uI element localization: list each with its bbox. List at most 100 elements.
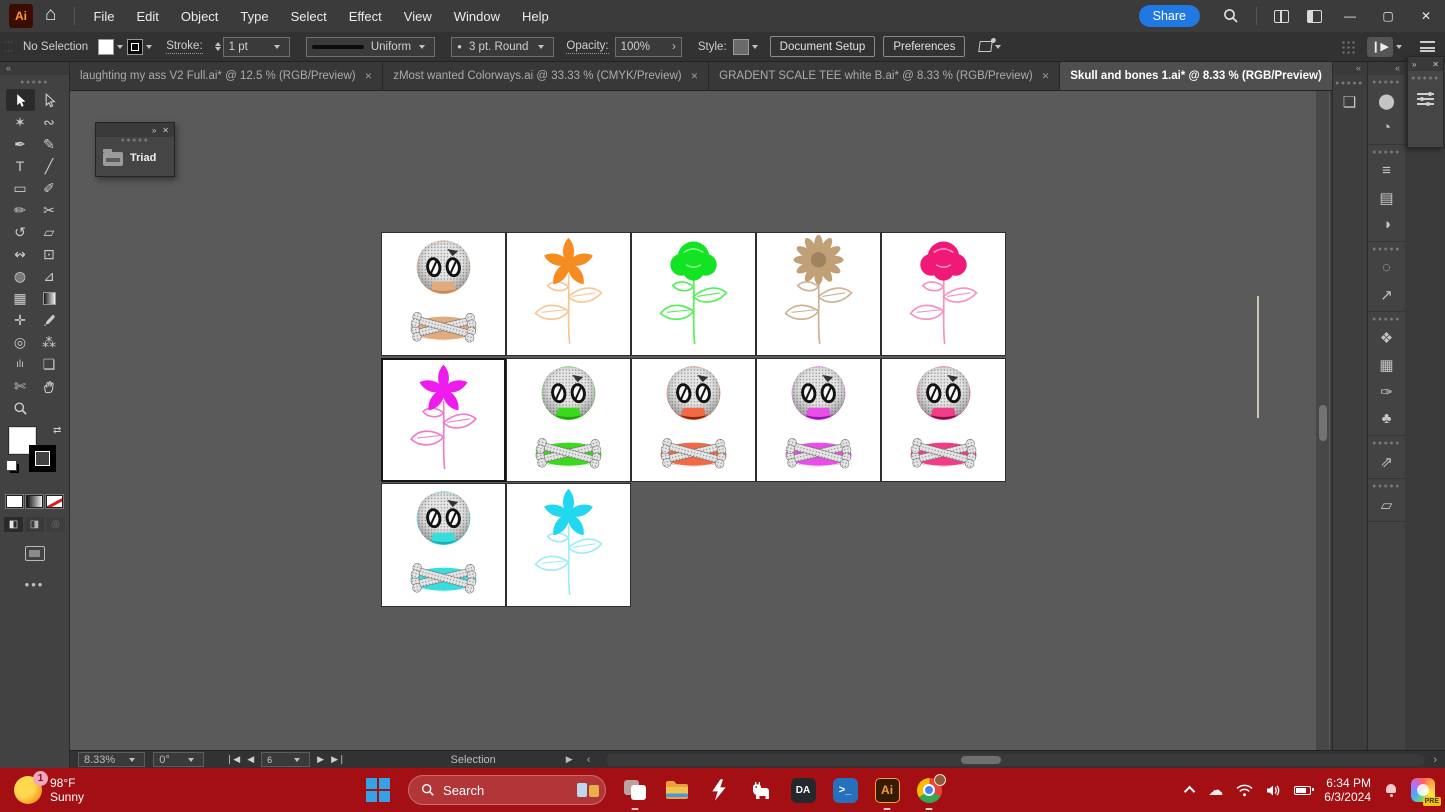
symbol-sprayer-tool[interactable]: ⁂ <box>35 331 64 353</box>
puppet-warp-tool[interactable]: ✛ <box>6 309 35 331</box>
chevron-down-icon[interactable] <box>995 45 1001 49</box>
none-button[interactable] <box>46 495 63 508</box>
mesh-tool[interactable]: ▦ <box>6 287 35 309</box>
document-tab-1[interactable]: laughting my ass V2 Full.ai* @ 12.5 % (R… <box>70 62 383 90</box>
chevron-down-icon[interactable] <box>752 45 758 49</box>
copilot-icon[interactable]: PRE <box>1411 778 1435 802</box>
artboard-12[interactable] <box>506 483 631 607</box>
panel-drag-handle[interactable]: ●●●●● <box>1408 75 1443 83</box>
collapse-dock-chevron[interactable]: « <box>1333 62 1366 75</box>
lasso-tool[interactable]: ∾ <box>35 111 64 133</box>
close-tab-icon[interactable]: ✕ <box>691 71 699 82</box>
drag-grip[interactable]: ⋮⋮ <box>4 38 13 56</box>
minimize-button[interactable]: — <box>1331 0 1369 32</box>
pen-tool[interactable]: ✒ <box>6 133 35 155</box>
horizontal-scrollbar-thumb[interactable] <box>961 756 1001 764</box>
rotation-select[interactable]: 0° <box>153 752 204 767</box>
dev-app-icon[interactable]: DA <box>790 777 816 803</box>
scissors-tool[interactable]: ✂ <box>35 199 64 221</box>
artboard-8[interactable] <box>631 358 756 482</box>
hidden-icons-chevron[interactable] <box>1184 786 1195 797</box>
start-button[interactable] <box>366 778 390 802</box>
export-icon[interactable]: ⇗ <box>1368 448 1405 475</box>
maximize-button[interactable]: ▢ <box>1369 0 1407 32</box>
slice-tool[interactable]: ✄ <box>6 375 35 397</box>
color-button[interactable] <box>6 495 23 508</box>
lightning-app-icon[interactable] <box>706 777 732 803</box>
layers-icon[interactable]: ❖ <box>1368 324 1405 351</box>
edit-toolbar-button[interactable]: ••• <box>0 577 69 592</box>
artboard-tool[interactable]: ❏ <box>35 353 64 375</box>
search-input[interactable]: Search <box>408 775 606 805</box>
gradient-button[interactable] <box>26 495 43 508</box>
gradient-icon[interactable]: ◔ <box>1368 114 1405 141</box>
paintbrush-tool[interactable]: ✐ <box>35 177 64 199</box>
file-explorer-icon[interactable] <box>664 777 690 803</box>
menu-type[interactable]: Type <box>230 5 278 28</box>
menu-window[interactable]: Window <box>444 5 510 28</box>
graph-tool[interactable]: ılı <box>6 353 35 375</box>
panel-drag-handle[interactable]: ●●●●● <box>1368 440 1405 448</box>
blend-tool[interactable]: ◎ <box>6 331 35 353</box>
collapse-toolbar-chevron[interactable]: « <box>0 62 69 75</box>
appearance-icon[interactable]: ◌ <box>1368 254 1405 281</box>
close-tab-icon[interactable]: ✕ <box>365 71 373 82</box>
panel-drag-handle[interactable]: ●●●●● <box>1368 79 1405 87</box>
asset-export-icon[interactable]: ↗ <box>1368 281 1405 308</box>
menu-edit[interactable]: Edit <box>126 5 168 28</box>
artboard-10[interactable] <box>881 358 1006 482</box>
document-tab-4[interactable]: Skull and bones 1.ai* @ 8.33 % (RGB/Prev… <box>1060 62 1349 90</box>
panel-drag-handle[interactable]: ●●●●● <box>0 79 69 87</box>
close-icon[interactable]: ✕ <box>162 126 169 135</box>
gradient-tool[interactable] <box>35 287 64 309</box>
width-profile-select[interactable]: Uniform <box>306 37 435 57</box>
scroll-left-chevron[interactable]: ‹ <box>587 754 591 766</box>
notification-bell-icon[interactable] <box>1384 783 1398 797</box>
brush-definition-select[interactable]: ●3 pt. Round <box>451 37 554 57</box>
artboard-7[interactable] <box>506 358 631 482</box>
symbols-icon[interactable]: ♣ <box>1368 405 1405 432</box>
perspective-grid-tool[interactable]: ⊿ <box>35 265 64 287</box>
onedrive-icon[interactable]: ☁ <box>1208 781 1223 799</box>
panel-drag-handle[interactable]: ●●●●● <box>96 137 174 145</box>
panel-layout-toggle[interactable]: ❙▶ <box>1367 37 1393 57</box>
last-artboard-button[interactable]: ▶❘ <box>331 754 345 765</box>
stroke-label[interactable]: Stroke: <box>166 40 202 54</box>
wifi-icon[interactable] <box>1236 784 1253 797</box>
default-fill-stroke-icon[interactable] <box>6 460 17 471</box>
draw-normal-mode[interactable]: ◧ <box>4 517 23 532</box>
battery-icon[interactable] <box>1294 786 1311 795</box>
panel-drag-handle[interactable]: ●●●●● <box>1368 316 1405 324</box>
artboard-number-select[interactable]: 6 <box>261 752 310 767</box>
grid-icon[interactable] <box>1341 40 1355 54</box>
stroke-icon[interactable]: ≡ <box>1368 157 1405 184</box>
panel-drag-handle[interactable]: ●●●●● <box>1368 246 1405 254</box>
artboards-icon[interactable]: ▱ <box>1368 491 1405 518</box>
chevron-down-icon[interactable] <box>146 45 152 49</box>
menu-list-icon[interactable] <box>1420 41 1435 52</box>
menu-select[interactable]: Select <box>281 5 337 28</box>
artboard-3[interactable] <box>631 232 756 356</box>
artboard-9[interactable] <box>756 358 881 482</box>
direct-selection-tool[interactable] <box>35 89 64 111</box>
panel-drag-handle[interactable]: ●●●●● <box>1333 80 1366 88</box>
workspace-icon[interactable] <box>1307 10 1322 23</box>
stroke-weight-select[interactable]: 1 pt <box>223 37 290 57</box>
rectangle-tool[interactable]: ▭ <box>6 177 35 199</box>
artboard-4[interactable] <box>756 232 881 356</box>
links-icon[interactable]: ▦ <box>1368 351 1405 378</box>
artboard-6[interactable] <box>381 358 506 482</box>
type-tool[interactable]: T <box>6 155 35 177</box>
stroke-stepper[interactable] <box>215 42 221 51</box>
task-view-icon[interactable] <box>622 777 648 803</box>
draw-behind-mode[interactable]: ◨ <box>25 517 44 532</box>
weather-widget[interactable]: 1 98°F Sunny <box>14 776 84 804</box>
chevron-down-icon[interactable] <box>1396 45 1402 49</box>
document-tab-3[interactable]: GRADENT SCALE TEE white B.ai* @ 8.33 % (… <box>709 62 1060 90</box>
selection-tool[interactable] <box>6 89 35 111</box>
artboard-1[interactable] <box>381 232 506 356</box>
menu-file[interactable]: File <box>83 5 124 28</box>
opacity-value[interactable]: 100%› <box>615 37 682 57</box>
volume-icon[interactable] <box>1266 784 1281 797</box>
clock[interactable]: 6:34 PM 6/3/2024 <box>1324 776 1371 804</box>
